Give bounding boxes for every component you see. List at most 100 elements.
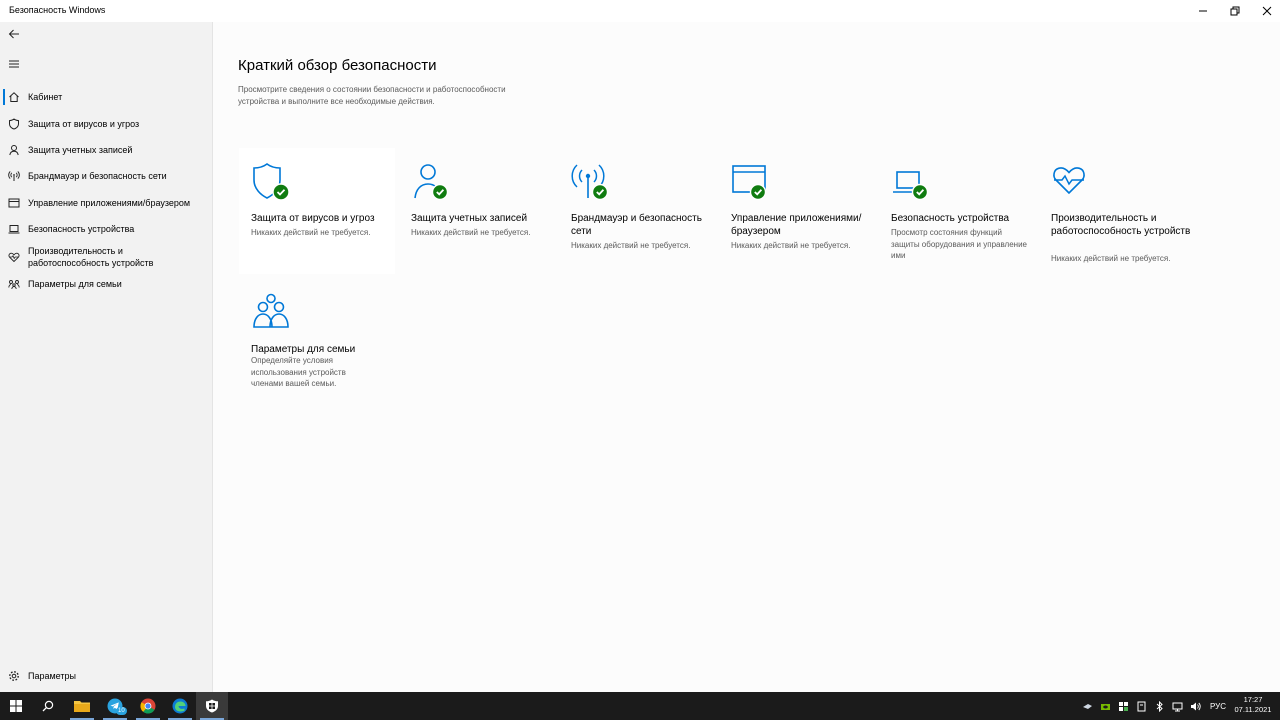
sidebar-item-label: Защита учетных записей [28,145,133,155]
edge-icon [172,698,188,714]
card-title: Защита учетных записей [411,213,528,224]
taskbar: 10 РУС 17:27 07.11.2021 [0,692,1280,720]
shield-icon [0,118,28,130]
person-check-icon [414,164,449,201]
card-title: Брандмауэр и безопасность сети [571,213,702,237]
card-description: Никаких действий не требуется. [411,228,531,237]
search-button[interactable] [32,692,64,720]
search-icon [42,700,54,712]
card-title: Защита от вирусов и угроз [251,213,375,224]
card-account-protection[interactable]: Защита учетных записей Никаких действий … [399,148,555,274]
telegram-badge: 10 [116,707,127,715]
card-firewall[interactable]: Брандмауэр и безопасность сети Никаких д… [559,148,715,274]
clock-time: 17:27 [1243,695,1263,704]
tray-app-icon [1137,701,1145,711]
sidebar-item-label: Защита от вирусов и угроз [28,119,140,129]
person-icon [0,144,28,156]
heart-pulse-icon [1053,167,1085,195]
laptop-check-icon [893,171,929,201]
volume-icon [1190,702,1201,710]
tray-bluetooth[interactable] [1150,692,1168,720]
card-family-options[interactable]: Параметры для семьи Определяйте условия … [239,279,395,407]
restore-button[interactable] [1219,0,1251,22]
tray-nvidia[interactable] [1096,692,1114,720]
start-button[interactable] [0,692,32,720]
steam-icon [1082,703,1092,709]
shield-check-icon [253,163,290,201]
card-description: Никаких действий не требуется. [1051,254,1171,263]
clock-date: 07.11.2021 [1234,705,1272,714]
sidebar-item-firewall[interactable]: Брандмауэр и безопасность сети [0,165,212,187]
taskbar-telegram[interactable]: 10 [99,692,131,720]
sidebar-item-label: Производительность и работоспособность у… [28,246,154,268]
sidebar-item-label: Параметры [28,671,76,681]
gear-icon [0,670,28,682]
sidebar-item-label: Кабинет [28,92,63,102]
taskbar-windows-security[interactable] [196,692,228,720]
back-arrow-icon [8,29,19,39]
minimize-button[interactable] [1187,0,1219,22]
taskbar-file-explorer[interactable] [66,692,98,720]
bluetooth-icon [1156,700,1163,712]
sidebar-item-home[interactable]: Кабинет [0,86,212,108]
clock[interactable]: 17:27 07.11.2021 [1232,695,1274,715]
sidebar-item-account-protection[interactable]: Защита учетных записей [0,139,212,161]
tray-app[interactable] [1132,692,1150,720]
network-icon [1172,702,1182,711]
antenna-check-icon [571,164,609,201]
window-title: Безопасность Windows [9,5,106,15]
sidebar-item-label: Брандмауэр и безопасность сети [28,171,167,181]
nvidia-icon [1100,703,1110,710]
taskbar-chrome[interactable] [132,692,164,720]
tray-security[interactable] [1114,692,1132,720]
sidebar: Кабинет Защита от вирусов и угроз Защита… [0,22,213,692]
back-button[interactable] [0,22,28,46]
card-virus-protection[interactable]: Защита от вирусов и угроз Никаких действ… [239,148,395,274]
hamburger-icon [9,60,19,68]
sidebar-item-app-browser-control[interactable]: Управление приложениями/браузером [0,192,212,214]
card-description: Никаких действий не требуется. [731,241,851,250]
tray-volume[interactable] [1186,692,1204,720]
sidebar-item-settings[interactable]: Параметры [0,665,212,687]
windows-security-tray-icon [1118,701,1128,711]
chrome-icon [140,698,156,714]
sidebar-item-family-options[interactable]: Параметры для семьи [0,273,212,295]
minimize-icon [1199,10,1207,12]
home-icon [0,91,28,103]
close-button[interactable] [1251,0,1280,22]
browser-check-icon [732,165,767,201]
card-description: Никаких действий не требуется. [571,241,691,250]
restore-icon [1230,6,1240,16]
start-icon [10,700,22,712]
card-description: Просмотр состояния функций защиты оборуд… [891,228,1027,260]
sidebar-item-device-security[interactable]: Безопасность устройства [0,218,212,240]
sidebar-item-label: Параметры для семьи [28,279,122,289]
sidebar-item-virus-protection[interactable]: Защита от вирусов и угроз [0,113,212,135]
card-title: Безопасность устройства [891,213,1010,224]
page-title: Краткий обзор безопасности [238,57,437,74]
card-description: Никаких действий не требуется. [251,228,371,237]
family-icon [253,293,289,328]
title-bar: Безопасность Windows [0,0,1280,22]
windows-security-icon [206,699,218,713]
antenna-icon [0,170,28,182]
laptop-icon [0,223,28,235]
card-device-performance[interactable]: Производительность и работоспособность у… [1039,148,1195,274]
tray-network[interactable] [1168,692,1186,720]
sidebar-item-label: Безопасность устройства [28,224,135,234]
family-icon [0,278,28,290]
browser-window-icon [0,197,28,209]
card-app-browser-control[interactable]: Управление приложениями/браузером Никаки… [719,148,875,274]
language-indicator[interactable]: РУС [1210,702,1226,711]
card-device-security[interactable]: Безопасность устройства Просмотр состоян… [879,148,1035,274]
page-description: Просмотрите сведения о состоянии безопас… [238,85,506,106]
sidebar-item-device-performance[interactable]: Производительность и работоспособность у… [0,244,212,270]
close-icon [1262,6,1272,16]
card-title: Управление приложениями/браузером [731,213,862,237]
sidebar-item-label: Управление приложениями/браузером [28,198,191,208]
card-description: Определяйте условия использования устрой… [251,356,346,388]
taskbar-edge[interactable] [164,692,196,720]
tray-steam[interactable] [1078,692,1096,720]
card-title: Производительность и работоспособность у… [1051,213,1191,237]
menu-toggle-button[interactable] [0,52,28,76]
